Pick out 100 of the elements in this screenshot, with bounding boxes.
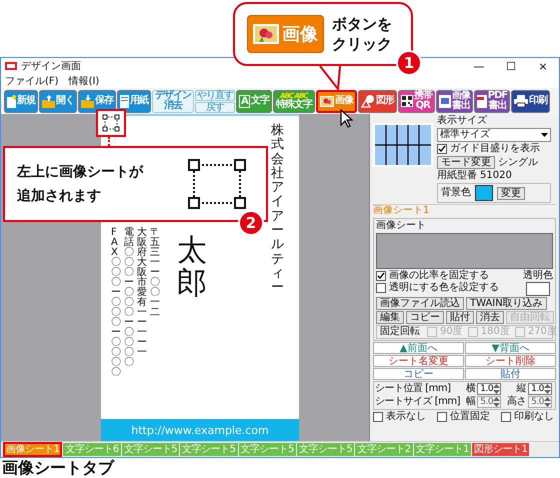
document-icon	[7, 94, 16, 108]
picture-icon	[320, 96, 334, 106]
window-title: デザイン画面	[21, 60, 81, 73]
field-label: 横	[464, 383, 476, 395]
checkbox[interactable]	[373, 412, 383, 422]
sheet-action-button[interactable]: シート名変更	[373, 355, 464, 367]
checkbox-label: 透明にする色を設定する	[389, 282, 499, 294]
checkbox-label: 270度	[528, 326, 557, 338]
menu-item[interactable]: ファイル(F)	[5, 74, 59, 88]
app-icon	[5, 61, 17, 71]
checkbox[interactable]	[376, 283, 386, 293]
checkbox-label: 表示なし	[386, 411, 426, 423]
checkbox-label: 印刷なし	[514, 411, 554, 423]
group-label: 固定回転	[380, 326, 420, 338]
change-button[interactable]: 変更	[497, 186, 525, 200]
toolbar-button[interactable]: PDF 書出	[474, 90, 510, 112]
toolbar-button[interactable]: 携帯 QR	[398, 90, 435, 112]
minimize-button[interactable]: —	[463, 60, 495, 72]
layout-thumbnail[interactable]	[373, 123, 433, 167]
number-field[interactable]: 1.0	[477, 383, 502, 395]
maximize-button[interactable]: ☐	[495, 60, 527, 72]
field-label: シート位置 [mm]	[375, 383, 452, 395]
sheet-tab[interactable]: 画像シート1	[3, 442, 62, 457]
twain-button[interactable]: TWAIN取り込み	[466, 297, 547, 310]
address-line: 〒五三一ー〇〇一二	[150, 228, 160, 320]
toolbar-button[interactable]: 印刷	[511, 90, 550, 112]
callout-text: クリック	[332, 34, 392, 54]
step-badge: 1	[396, 50, 422, 76]
checkbox[interactable]	[437, 144, 447, 154]
color-swatch[interactable]	[475, 185, 493, 201]
checkbox[interactable]	[376, 271, 386, 281]
callout-text: 追加されます	[17, 187, 102, 206]
company-name: 株式会社アイアールティー	[271, 124, 284, 296]
callout-text: 左上に画像シートが	[17, 163, 143, 182]
close-button[interactable]: ×	[527, 60, 559, 72]
panel-title: 画像シート1	[373, 204, 556, 217]
callout-text: ボタンを	[332, 14, 392, 34]
sheet-action-button[interactable]: ▼背面へ	[465, 342, 556, 354]
edit-action-button[interactable]: 編集	[376, 311, 404, 324]
field-label: 縦	[516, 383, 526, 395]
sheet-action-button[interactable]: ▲前面へ	[373, 342, 464, 354]
address-line: FAX 〇〇〇ー〇〇〇ー〇〇〇〇	[111, 228, 121, 378]
toolbar-button[interactable]: 保存	[78, 90, 116, 112]
paper-number-label: 用紙型番	[437, 170, 477, 182]
picture-icon	[438, 94, 451, 108]
field-label: 高さ	[506, 396, 526, 408]
checkbox[interactable]	[501, 412, 511, 422]
toolbar-button[interactable]: 用紙	[117, 90, 151, 112]
size-dropdown[interactable]: 標準サイズ	[437, 128, 551, 142]
number-field[interactable]: 1.0	[528, 383, 552, 395]
sheet-tab[interactable]: 図形シート1	[472, 443, 530, 456]
checkbox-label: ガイド目盛りを表示	[450, 143, 540, 155]
checkbox[interactable]	[437, 412, 447, 422]
load-image-button[interactable]: 画像ファイル読込	[376, 297, 464, 310]
edit-action-button[interactable]: コピー	[406, 311, 444, 324]
spinner-icon	[493, 397, 500, 407]
paper-number: 51020	[480, 170, 512, 182]
sheet-action-button[interactable]: シート削除	[465, 355, 556, 367]
sheet-action-button[interactable]: コピー	[373, 368, 464, 380]
spinner-icon	[544, 397, 552, 407]
sheet-action-button[interactable]: 貼付	[465, 368, 556, 380]
image-sheet-handles-icon	[102, 114, 120, 132]
group-label: 画像シート	[376, 220, 427, 232]
folder-icon	[42, 94, 55, 108]
field-label: 幅	[464, 396, 476, 408]
transparent-color-swatch[interactable]	[526, 282, 550, 296]
picture-icon	[253, 24, 279, 44]
toolbar-button[interactable]: 図形	[358, 90, 397, 112]
toolbar-button[interactable]: やり直す	[195, 90, 235, 100]
address-line: 電話〇〇〇ー〇〇〇ー〇〇〇〇	[124, 228, 134, 370]
image-sheet-handles-icon	[188, 159, 246, 209]
checkbox-label: 位置固定	[450, 411, 490, 423]
edit-action-button[interactable]: 消去	[476, 311, 504, 324]
toolbar-button[interactable]: デザイン 消去	[152, 90, 194, 112]
toolbar-button[interactable]: 画像	[316, 90, 357, 112]
folder-icon	[81, 94, 94, 108]
image-button-illustration: 画像	[247, 15, 324, 53]
toolbar-button[interactable]: 画像 書出	[436, 90, 473, 112]
checkbox-label: 画像の比率を固定する	[389, 270, 489, 282]
edit-action-button[interactable]: 貼付	[446, 311, 474, 324]
field-label: シートサイズ [mm]	[375, 396, 461, 408]
mode-text: シングル	[498, 156, 538, 168]
caret-icon	[541, 133, 548, 137]
spinner-icon	[544, 384, 552, 394]
toolbar-button[interactable]: A 文字	[236, 90, 272, 112]
transparent-color-label: 透明色	[523, 270, 553, 282]
address-line: 大阪府大阪市愛有一ー一ー一	[137, 228, 147, 360]
shapes-icon	[360, 94, 375, 108]
spinner-icon	[493, 384, 500, 394]
toolbar-button[interactable]: 戻す	[195, 102, 235, 112]
person-name: 太郎	[177, 234, 207, 300]
toolbar-button[interactable]: 新規	[4, 90, 38, 112]
toolbar-button[interactable]: 開く	[39, 90, 77, 112]
website-url: http://www.example.com	[131, 424, 269, 436]
menu-item[interactable]: 情報(I)	[68, 74, 100, 88]
mode-change-button[interactable]: モード変更	[437, 156, 495, 169]
checkbox-label: 180度	[480, 326, 510, 338]
group-label: 背景色	[441, 187, 471, 199]
display-size-label: 表示サイズ	[437, 115, 488, 127]
printer-icon	[514, 95, 528, 107]
